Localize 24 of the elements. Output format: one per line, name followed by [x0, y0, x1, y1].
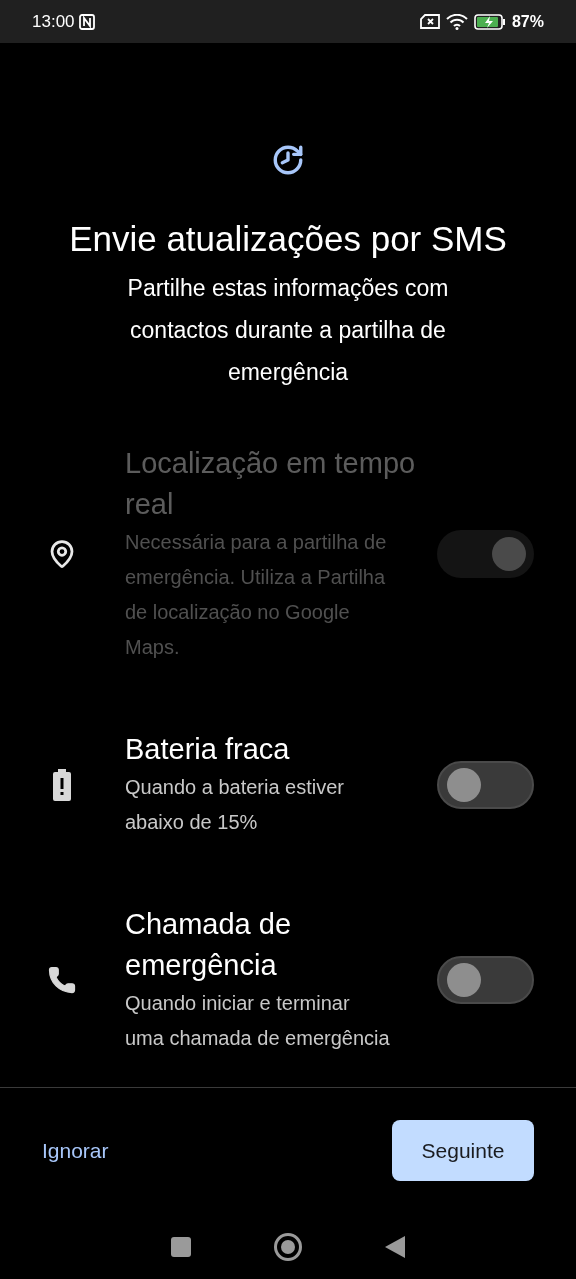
toggle-switch[interactable]	[437, 760, 534, 809]
setting-description: Necessária para a partilha de emergência. Utiliza a Partilha de localização no Google Maps.	[125, 530, 388, 660]
setting-title: Localização em tempo real	[125, 446, 417, 522]
wifi-icon	[445, 13, 468, 30]
setting-title: Chamada de emergência	[125, 907, 293, 983]
nfc-icon	[78, 13, 95, 30]
phone-icon	[46, 965, 77, 995]
home-icon[interactable]	[273, 1232, 303, 1262]
sim-card-x-icon	[419, 14, 440, 29]
setting-description: Quando a bateria estiver abaixo de 15%	[125, 775, 346, 835]
clock-arrow-icon	[271, 143, 305, 177]
page-subtitle: Partilhe estas informações com contactos durante a partilha de emergência	[126, 274, 450, 387]
battery-alert-icon	[52, 768, 71, 801]
skip-button[interactable]: Ignorar	[42, 1134, 109, 1167]
toggle-switch[interactable]	[437, 956, 534, 1004]
clock-time: 13:00	[32, 10, 75, 33]
setting-description: Quando iniciar e terminar uma chamada de emergência	[125, 991, 391, 1051]
page-title: Envie atualizações por SMS	[68, 221, 508, 257]
battery-charging-icon	[473, 13, 506, 30]
setting-title: Bateria fraca	[125, 732, 291, 767]
battery-percentage: 87%	[511, 11, 544, 32]
next-button[interactable]: Seguinte	[392, 1120, 534, 1181]
back-icon[interactable]	[383, 1235, 406, 1259]
recent-apps-icon[interactable]	[170, 1236, 193, 1258]
